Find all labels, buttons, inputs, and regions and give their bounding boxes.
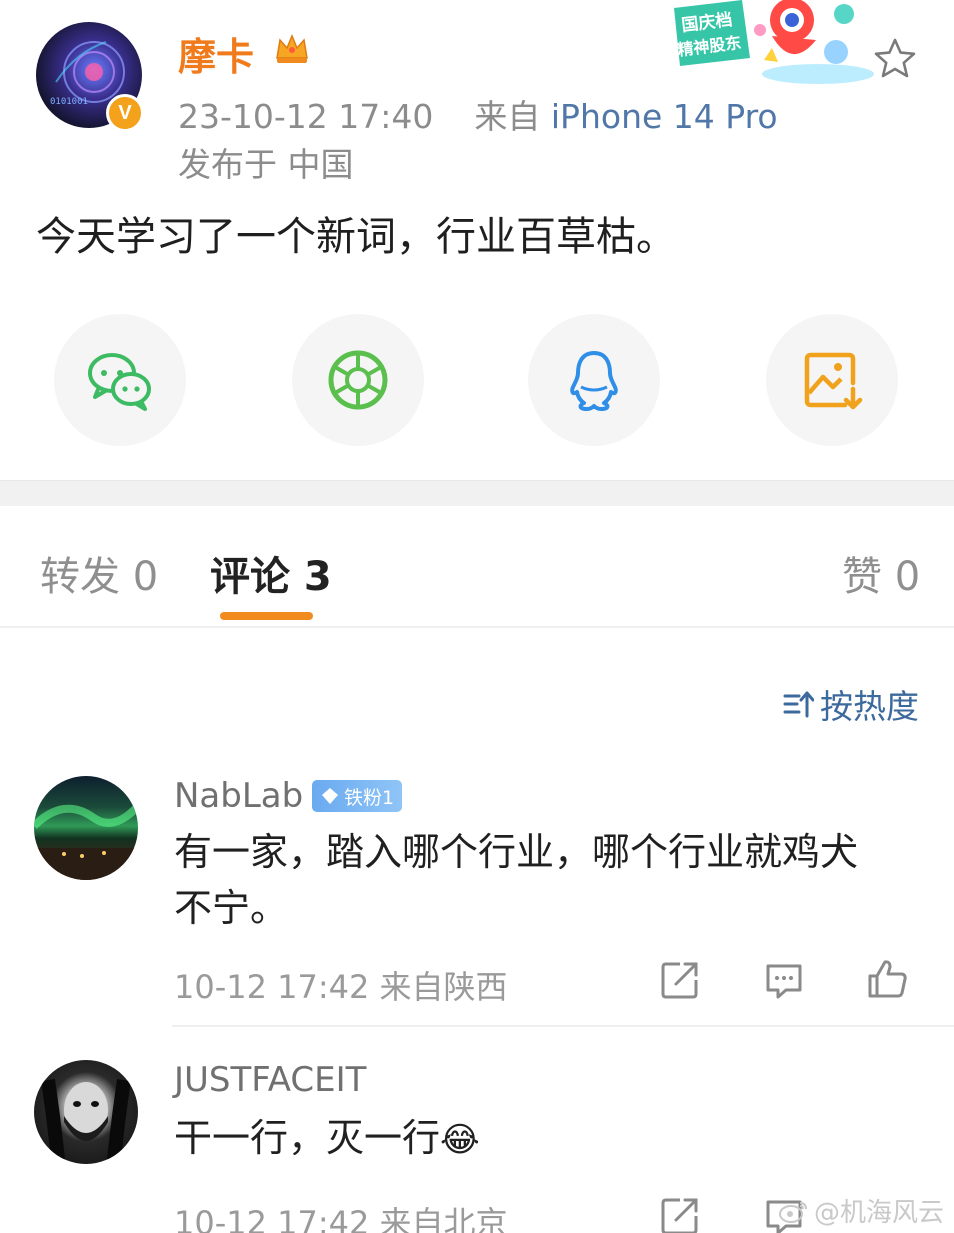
device-link[interactable]: iPhone 14 Pro [551, 97, 778, 136]
crown-icon [272, 28, 312, 68]
comment-time: 10-12 17:42 来自北京 [174, 1204, 508, 1233]
commenter-name[interactable]: NabLab [174, 776, 303, 816]
commenter-name[interactable]: JUSTFACEIT [174, 1060, 366, 1100]
comment-text-line: 不宁。 [174, 886, 289, 930]
wechat-icon [88, 353, 151, 411]
diamond-icon [322, 788, 338, 804]
section-divider [0, 480, 954, 506]
like-comment-icon[interactable] [866, 956, 910, 1000]
qq-icon [570, 351, 618, 411]
fan-level-badge: 铁粉1 [312, 780, 403, 812]
comment-text-content: 干一行，灭一行 [174, 1116, 441, 1160]
post-meta: 23-10-12 17:40 来自 iPhone 14 Pro [178, 90, 778, 138]
sort-by-hot-button[interactable]: 按热度 [782, 680, 919, 728]
laughing-emoji-icon: 😂 [440, 1120, 480, 1160]
sort-label: 按热度 [820, 687, 919, 726]
share-comment-icon[interactable] [658, 1194, 702, 1233]
save-image-button[interactable] [766, 314, 898, 446]
save-image-icon [804, 352, 863, 410]
post-time: 23-10-12 17:40 [178, 97, 434, 136]
svg-text:0101001: 0101001 [50, 97, 88, 107]
comment-text-line: 有一家，踏入哪个行业，哪个行业就鸡犬 [174, 830, 859, 874]
share-comment-icon[interactable] [658, 958, 702, 1002]
comment-text: 有一家，踏入哪个行业，哪个行业就鸡犬 不宁。 [174, 824, 934, 936]
tab-bar-border [0, 626, 954, 628]
post-text: 今天学习了一个新词，行业百草枯。 [36, 214, 676, 260]
reply-comment-icon[interactable] [762, 958, 806, 1002]
comment-text: 干一行，灭一行😂 [174, 1110, 480, 1168]
watermark-text: @机海风云 [814, 1198, 945, 1228]
promo-banner[interactable]: 国庆档 精神股东 [668, 0, 882, 86]
fan-badge-label: 铁粉1 [344, 786, 395, 809]
share-qq-button[interactable] [528, 314, 660, 446]
sort-icon [783, 691, 814, 718]
post-location: 发布于 中国 [178, 145, 354, 184]
share-moments-button[interactable] [292, 314, 424, 446]
comment-time: 10-12 17:42 来自陕西 [174, 968, 508, 1006]
weibo-watermark: @机海风云 [778, 1192, 944, 1229]
verified-badge: V [106, 94, 144, 132]
commenter-avatar[interactable] [34, 776, 138, 880]
tab-comments[interactable]: 评论 3 [210, 544, 332, 602]
share-wechat-button[interactable] [54, 314, 186, 446]
comment-separator [172, 1025, 954, 1027]
commenter-avatar[interactable] [34, 1060, 138, 1164]
tab-repost[interactable]: 转发 0 [40, 544, 158, 602]
moments-icon [328, 350, 388, 410]
author-name[interactable]: 摩卡 [178, 26, 254, 81]
source-prefix: 来自 [474, 97, 541, 136]
active-tab-indicator [220, 612, 313, 620]
favorite-star-icon[interactable] [872, 36, 918, 82]
weibo-logo-icon [779, 1201, 807, 1223]
tab-likes[interactable]: 赞 0 [842, 544, 920, 602]
